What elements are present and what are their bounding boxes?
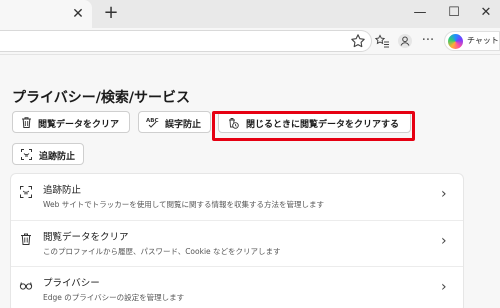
svg-text:ABC: ABC (146, 118, 159, 124)
row-description: Web サイトでトラッカーを使用して閲覧に関する情報を収集する方法を管理します (43, 200, 325, 209)
row-description: Edge のプライバシーの設定を管理します (43, 293, 185, 302)
tracking-prevention-label: 追跡防止 (39, 152, 76, 162)
tracking-prevention-icon (20, 148, 33, 161)
title-bar: ✕ + — ☐ ✕ (0, 0, 500, 28)
chevron-right-icon: › (441, 279, 447, 295)
trash-icon (19, 231, 33, 245)
row-title: プライバシー (43, 278, 100, 289)
copilot-chat-button[interactable]: チャット (444, 31, 500, 51)
clock-lock-icon (226, 116, 239, 129)
tracking-prevention-button[interactable]: 追跡防止 (12, 143, 84, 165)
clear-browsing-data-button[interactable]: 閲覧データをクリア (12, 111, 130, 133)
settings-row-clear-browsing-data[interactable]: 閲覧データをクリア このプロファイルから履歴、パスワード、Cookie などをク… (11, 220, 463, 264)
chevron-right-icon: › (441, 186, 447, 202)
spellcheck-icon: ABC (146, 116, 159, 129)
row-title: 追跡防止 (43, 185, 82, 196)
minimize-button[interactable]: — (410, 4, 430, 22)
address-bar[interactable] (0, 30, 372, 52)
profile-icon[interactable] (397, 33, 413, 49)
spellcheck-label: 誤字防止 (165, 120, 202, 130)
chevron-right-icon: › (441, 233, 447, 249)
browser-toolbar: ··· チャット (0, 28, 500, 54)
settings-card: 追跡防止 Web サイトでトラッカーを使用して閲覧に関する情報を収集する方法を管… (10, 173, 464, 308)
new-tab-button[interactable]: + (102, 4, 120, 22)
settings-content: プライバシー/検索/サービス 閲覧データをクリア ABC 誤字防止 閉じるときに… (0, 54, 500, 308)
settings-row-privacy[interactable]: プライバシー Edge のプライバシーの設定を管理します › (11, 266, 463, 308)
tab-close-icon[interactable]: ✕ (70, 6, 86, 22)
page-title: プライバシー/検索/サービス (12, 90, 190, 106)
close-window-button[interactable]: ✕ (476, 4, 496, 22)
maximize-button[interactable]: ☐ (444, 4, 464, 22)
settings-row-tracking-prevention[interactable]: 追跡防止 Web サイトでトラッカーを使用して閲覧に関する情報を収集する方法を管… (11, 174, 463, 218)
trash-icon (20, 116, 33, 129)
star-icon[interactable] (350, 33, 366, 49)
glasses-icon (19, 277, 33, 291)
copilot-icon (448, 34, 463, 49)
active-tab[interactable]: ✕ (0, 0, 92, 28)
tracking-prevention-icon (19, 184, 33, 198)
more-icon[interactable]: ··· (420, 33, 436, 49)
copilot-label: チャット (467, 36, 499, 45)
spellcheck-button[interactable]: ABC 誤字防止 (138, 111, 211, 133)
clear-on-close-label: 閉じるときに閲覧データをクリアする (246, 120, 400, 130)
clear-on-close-button[interactable]: 閉じるときに閲覧データをクリアする (218, 111, 411, 133)
favorites-icon[interactable] (374, 33, 390, 49)
row-description: このプロファイルから履歴、パスワード、Cookie などをクリアします (43, 247, 281, 256)
clear-browsing-data-label: 閲覧データをクリア (38, 120, 120, 130)
row-title: 閲覧データをクリア (43, 232, 129, 243)
